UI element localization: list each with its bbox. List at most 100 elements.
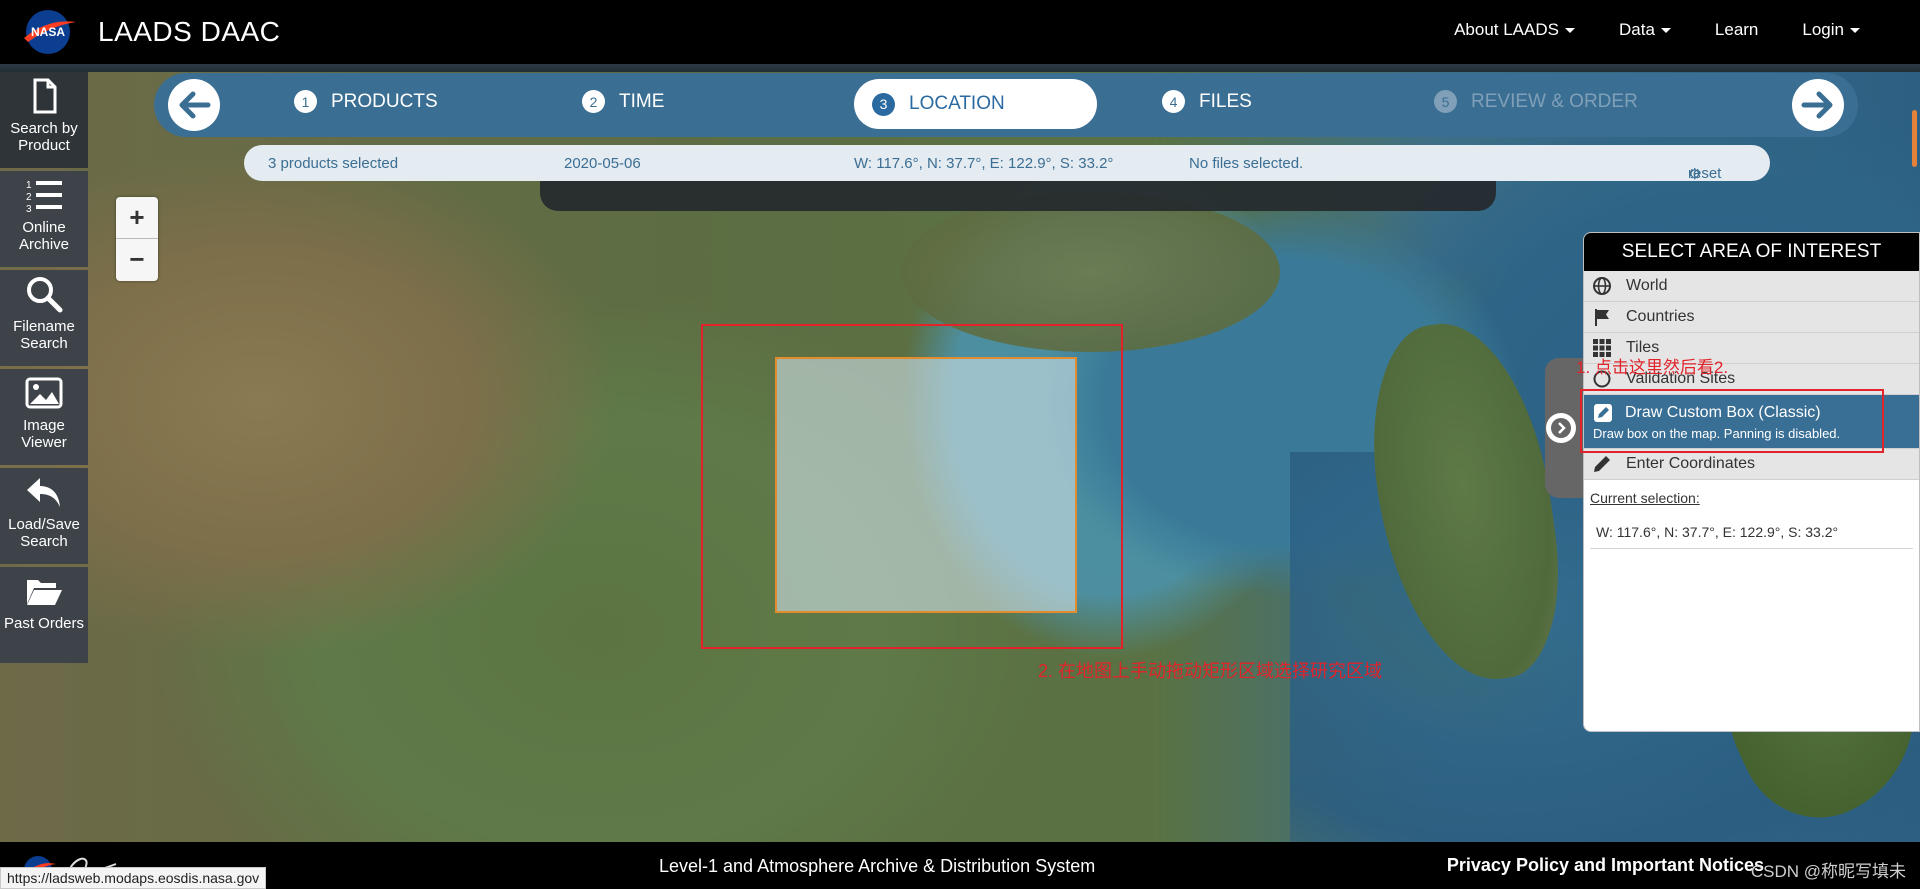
sidebar-label: Search by	[10, 120, 78, 137]
sidebar-item-load-save-search[interactable]: Load/Save Search	[0, 468, 88, 564]
annotation-step1: 1. 点击这里然后看2.	[1576, 358, 1729, 377]
nav-learn-label: Learn	[1714, 20, 1759, 39]
page-scrollbar[interactable]	[1909, 72, 1920, 842]
aoi-option-label: Enter Coordinates	[1626, 455, 1755, 472]
aoi-option-world[interactable]: World	[1584, 271, 1919, 302]
sidebar-label: Viewer	[21, 434, 67, 451]
watermark: CSDN @称昵写填未	[1750, 862, 1906, 881]
current-selection-value: W: 117.6°, N: 37.7°, E: 122.9°, S: 33.2°	[1590, 524, 1913, 549]
aoi-option-label: Countries	[1626, 308, 1695, 325]
aoi-option-description: Draw box on the map. Panning is disabled…	[1593, 425, 1841, 441]
step-label: FILES	[1199, 90, 1252, 112]
sidebar-label: Past Orders	[3, 615, 85, 632]
nav-about[interactable]: About LAADS	[1454, 20, 1575, 40]
step-number: 2	[582, 90, 605, 113]
current-selection-label: Current selection:	[1590, 490, 1700, 506]
summary-products[interactable]: 3 products selected	[268, 155, 398, 172]
sidebar-label: Load/Save	[8, 516, 80, 533]
wizard-step-location[interactable]: 3 LOCATION	[854, 79, 1097, 129]
chevron-down-icon	[1564, 28, 1575, 34]
reset-label: reset	[1688, 165, 1722, 182]
nav-data[interactable]: Data	[1619, 20, 1671, 40]
step-number: 5	[1434, 90, 1457, 113]
pencil-icon	[1594, 456, 1610, 472]
step-label: TIME	[619, 90, 665, 112]
nav-about-label: About LAADS	[1454, 20, 1559, 39]
selection-summary-bar: 3 products selected 2020-05-06 W: 117.6°…	[244, 145, 1770, 183]
step-number: 1	[294, 90, 317, 113]
sidebar-label: Online	[22, 219, 66, 236]
arrow-right-icon	[1801, 91, 1833, 119]
aoi-option-label: Draw Custom Box (Classic)	[1625, 403, 1821, 421]
flag-icon	[1595, 309, 1609, 326]
wizard-next-button[interactable]	[1792, 79, 1844, 131]
svg-text:2: 2	[26, 192, 32, 203]
brand-title[interactable]: LAADS DAAC	[98, 16, 280, 48]
scrollbar-thumb[interactable]	[1912, 110, 1917, 167]
privacy-policy-link[interactable]: Privacy Policy and Important Notices	[1447, 855, 1764, 876]
search-icon	[27, 277, 63, 313]
sidebar-item-image-viewer[interactable]: Image Viewer	[0, 369, 88, 465]
sidebar-item-online-archive[interactable]: 123 Online Archive	[0, 171, 88, 267]
header-divider	[0, 64, 1920, 72]
left-sidebar: Search by Product 123 Online Archive Fil…	[0, 72, 88, 666]
wizard-steps: 1 PRODUCTS 2 TIME 3 LOCATION 4 FILES 5 R…	[154, 73, 1858, 137]
aoi-option-draw-custom-box[interactable]: Draw Custom Box (Classic) Draw box on th…	[1584, 395, 1919, 449]
sidebar-label: Image	[23, 417, 65, 434]
summary-date[interactable]: 2020-05-06	[564, 155, 641, 172]
annotation-step2: 2. 在地图上手动拖动矩形区域选择研究区域	[1038, 661, 1383, 681]
list-icon: 123	[26, 180, 62, 215]
chevron-down-icon	[1660, 28, 1671, 34]
zoom-out-button[interactable]: −	[116, 238, 158, 279]
aoi-option-label: World	[1626, 277, 1668, 294]
wizard-step-files[interactable]: 4 FILES	[1162, 90, 1252, 113]
wizard-step-products[interactable]: 1 PRODUCTS	[294, 90, 438, 113]
image-icon	[25, 377, 63, 409]
sidebar-item-filename-search[interactable]: Filename Search	[0, 270, 88, 366]
wizard-step-review-order: 5 REVIEW & ORDER	[1434, 90, 1638, 113]
nav-learn[interactable]: Learn	[1715, 20, 1758, 40]
globe-icon	[1593, 277, 1611, 295]
panel-title: SELECT AREA OF INTEREST	[1584, 233, 1919, 271]
sidebar-label: Product	[18, 137, 70, 154]
sidebar-label: Archive	[18, 236, 70, 253]
document-icon	[33, 78, 57, 114]
svg-text:3: 3	[26, 204, 32, 215]
nav-data-label: Data	[1618, 20, 1655, 39]
zoom-in-button[interactable]: +	[116, 197, 158, 238]
svg-text:NASA: NASA	[31, 25, 65, 39]
sidebar-label: Filename	[13, 318, 75, 335]
top-nav: About LAADS Data Learn Login	[1454, 20, 1860, 40]
selection-box[interactable]	[775, 357, 1077, 613]
sidebar-label: Search	[20, 335, 68, 352]
area-of-interest-panel: SELECT AREA OF INTEREST World Countries …	[1583, 232, 1920, 732]
step-number: 4	[1162, 90, 1185, 113]
sidebar-item-past-orders[interactable]: Past Orders	[0, 567, 88, 663]
wizard-step-time[interactable]: 2 TIME	[582, 90, 664, 113]
sidebar-item-search-by-product[interactable]: Search by Product	[0, 72, 88, 168]
nasa-logo[interactable]: NASA	[20, 8, 78, 56]
wizard-back-button[interactable]	[168, 79, 220, 131]
sidebar-label: Search	[20, 533, 68, 550]
aoi-option-countries[interactable]: Countries	[1584, 302, 1919, 333]
folder-open-icon	[27, 580, 62, 605]
panel-collapse-button[interactable]	[1546, 413, 1576, 443]
edit-icon	[1594, 403, 1612, 422]
step-label: REVIEW & ORDER	[1471, 90, 1638, 112]
zoom-control: + −	[116, 197, 158, 281]
step-label: LOCATION	[909, 93, 1005, 114]
reply-icon	[27, 478, 60, 507]
nav-login-label: Login	[1802, 20, 1844, 39]
map-land-area	[900, 192, 1280, 352]
summary-location[interactable]: W: 117.6°, N: 37.7°, E: 122.9°, S: 33.2°	[854, 155, 1113, 172]
step-label: PRODUCTS	[331, 90, 438, 112]
summary-files[interactable]: No files selected.	[1189, 155, 1303, 172]
aoi-option-enter-coordinates[interactable]: Enter Coordinates	[1584, 449, 1919, 480]
arrow-left-icon	[179, 91, 211, 119]
step-number: 3	[872, 92, 895, 116]
svg-text:1: 1	[26, 180, 32, 191]
top-header: NASA LAADS DAAC About LAADS Data Learn L…	[0, 0, 1920, 64]
summary-dark-tab	[540, 181, 1496, 211]
nav-login[interactable]: Login	[1802, 20, 1860, 40]
page-footer: Level-1 and Atmosphere Archive & Distrib…	[0, 842, 1920, 889]
